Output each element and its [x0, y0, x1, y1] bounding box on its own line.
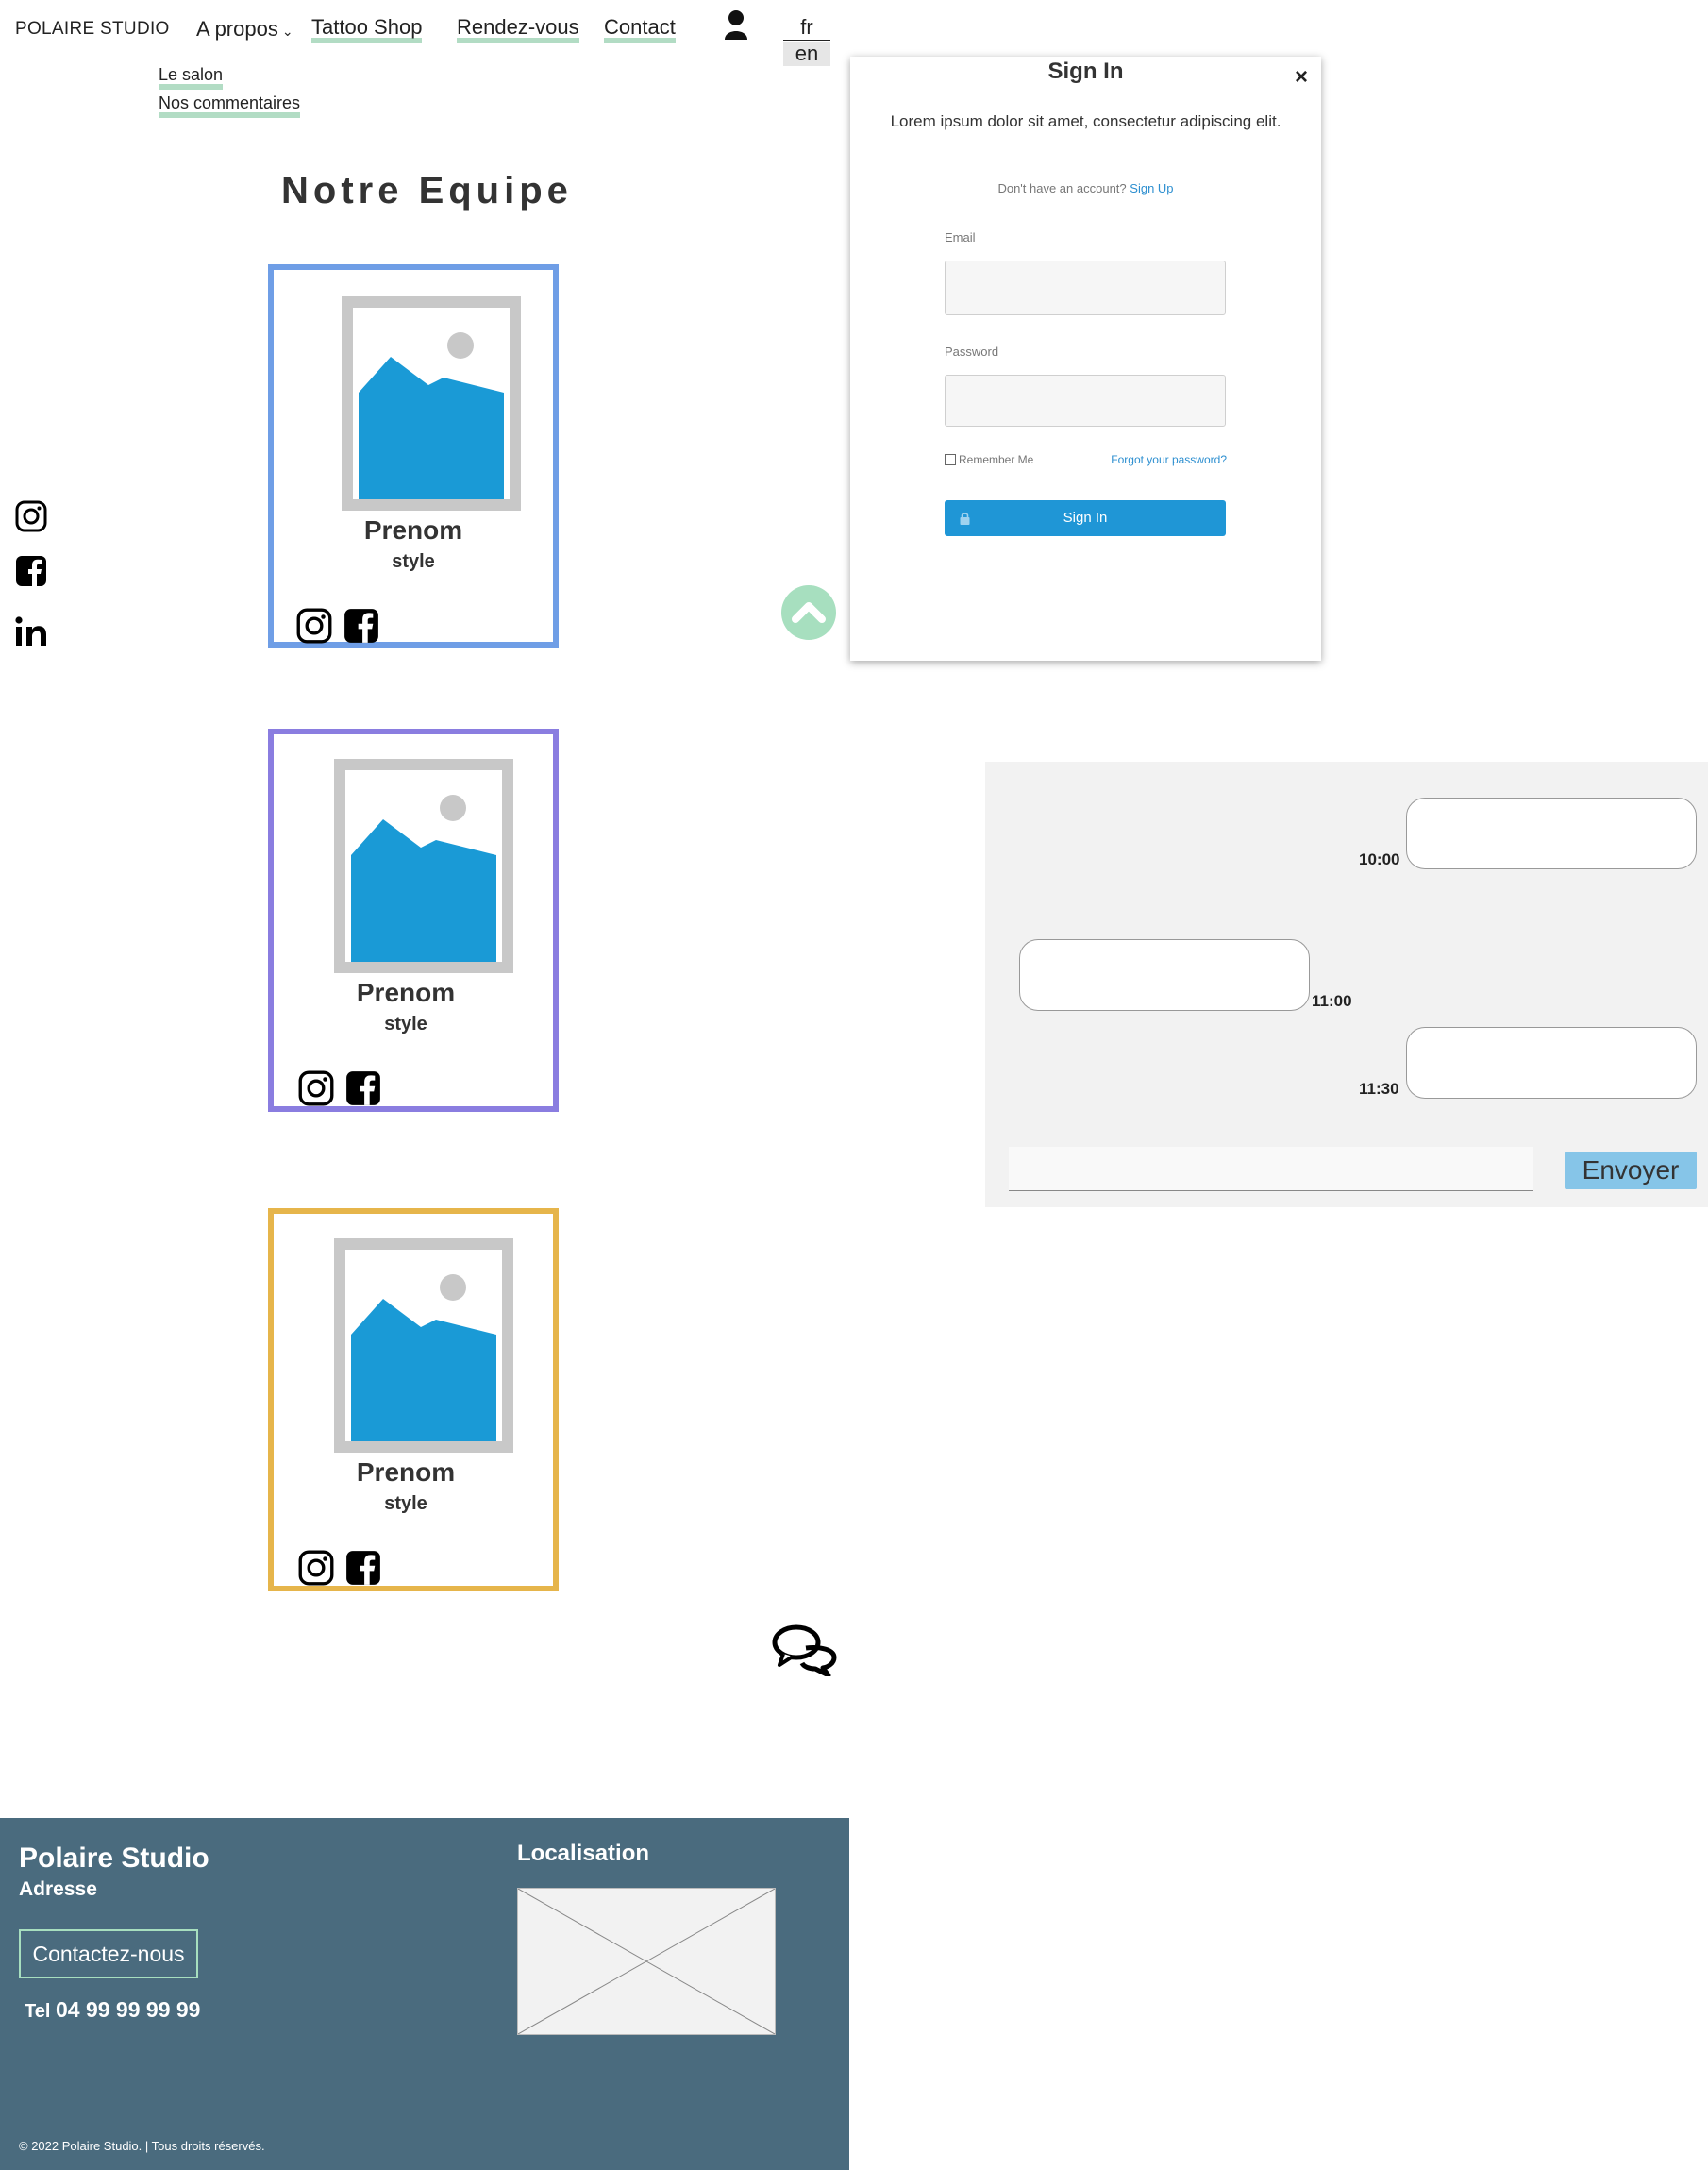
submenu-item-nos-commentaires[interactable]: Nos commentaires	[159, 93, 301, 118]
map-placeholder[interactable]	[517, 1888, 776, 2035]
user-icon[interactable]	[724, 9, 748, 44]
facebook-icon[interactable]	[345, 1070, 381, 1111]
member-name: Prenom	[356, 978, 456, 1007]
team-card: Prenom style	[268, 1208, 559, 1591]
member-name: Prenom	[363, 515, 463, 545]
submenu-label: Le salon	[159, 65, 224, 90]
linkedin-icon[interactable]	[15, 615, 47, 648]
chat-message-bubble	[1406, 798, 1697, 869]
remember-me[interactable]: Remember Me	[945, 453, 1033, 466]
location-title: Localisation	[517, 1841, 650, 1866]
member-name: Prenom	[356, 1457, 456, 1487]
footer-title: Polaire Studio	[19, 1842, 209, 1874]
chat-bubbles-icon[interactable]	[772, 1623, 838, 1681]
close-icon[interactable]: ×	[1295, 64, 1308, 91]
password-field[interactable]	[945, 375, 1226, 427]
signin-modal: Sign In × Lorem ipsum dolor sit amet, co…	[850, 57, 1321, 661]
chat-panel: 10:00 11:00 11:30 Envoyer	[985, 762, 1708, 1207]
member-style: style	[384, 1014, 427, 1035]
signup-link[interactable]: Sign Up	[1130, 181, 1173, 195]
team-card: Prenom style	[268, 729, 559, 1112]
instagram-icon[interactable]	[296, 608, 332, 648]
chevron-up-icon	[792, 602, 826, 623]
chat-message-bubble	[1406, 1027, 1697, 1099]
signup-prompt: Don't have an account? Sign Up	[850, 181, 1321, 195]
instagram-icon[interactable]	[298, 1550, 334, 1590]
message-time: 10:00	[1359, 850, 1400, 868]
brand-logo[interactable]: POLAIRE STUDIO	[15, 19, 170, 40]
nav-item-a-propos[interactable]: A propos ⌄	[196, 17, 293, 42]
team-card: Prenom style	[268, 264, 559, 648]
submenu-item-le-salon[interactable]: Le salon	[159, 65, 224, 90]
profile-image-placeholder	[334, 1238, 513, 1453]
facebook-icon[interactable]	[343, 608, 379, 648]
tel-number[interactable]: 04 99 99 99 99	[56, 1997, 200, 2022]
section-title: Notre Equipe	[281, 170, 573, 211]
signin-button-label: Sign In	[1063, 510, 1108, 526]
profile-image-placeholder	[334, 759, 513, 973]
member-style: style	[384, 1493, 427, 1514]
remember-label: Remember Me	[959, 453, 1034, 466]
email-label: Email	[945, 230, 976, 244]
remember-checkbox[interactable]	[945, 454, 956, 465]
lang-fr[interactable]: fr	[783, 15, 830, 41]
footer-address: Adresse	[19, 1878, 97, 1900]
profile-image-placeholder	[342, 296, 521, 511]
message-time: 11:30	[1359, 1080, 1399, 1098]
chat-message-bubble	[1019, 939, 1310, 1011]
footer-phone: Tel 04 99 99 99 99	[25, 1997, 200, 2023]
send-button[interactable]: Envoyer	[1565, 1152, 1697, 1189]
facebook-icon[interactable]	[345, 1550, 381, 1590]
password-label: Password	[945, 345, 999, 359]
instagram-icon[interactable]	[298, 1070, 334, 1111]
signin-button[interactable]: Sign In	[945, 500, 1226, 536]
submenu-label: Nos commentaires	[159, 93, 301, 118]
forgot-password-link[interactable]: Forgot your password?	[1111, 453, 1227, 466]
modal-description: Lorem ipsum dolor sit amet, consectetur …	[890, 112, 1281, 130]
contact-button[interactable]: Contactez-nous	[19, 1929, 198, 1978]
modal-title: Sign In	[1047, 59, 1124, 84]
chat-message-input[interactable]	[1009, 1147, 1533, 1191]
back-to-top-button[interactable]	[781, 585, 836, 640]
nav-item-tattoo-shop[interactable]: Tattoo Shop	[311, 17, 423, 43]
email-field[interactable]	[945, 261, 1226, 315]
nav-item-contact[interactable]: Contact	[604, 17, 676, 43]
no-account-text: Don't have an account?	[997, 181, 1127, 195]
instagram-icon[interactable]	[15, 500, 47, 532]
tel-label: Tel	[25, 2001, 51, 2022]
message-time: 11:00	[1312, 992, 1352, 1010]
nav-item-rendez-vous[interactable]: Rendez-vous	[457, 17, 579, 43]
member-style: style	[392, 551, 435, 572]
lang-en[interactable]: en	[783, 42, 830, 66]
chevron-down-icon: ⌄	[281, 24, 293, 39]
nav-item-label: A propos	[196, 17, 278, 41]
footer: Polaire Studio Adresse Contactez-nous Te…	[0, 1818, 849, 2170]
copyright: © 2022 Polaire Studio. | Tous droits rés…	[19, 2139, 265, 2153]
facebook-icon[interactable]	[15, 555, 47, 587]
